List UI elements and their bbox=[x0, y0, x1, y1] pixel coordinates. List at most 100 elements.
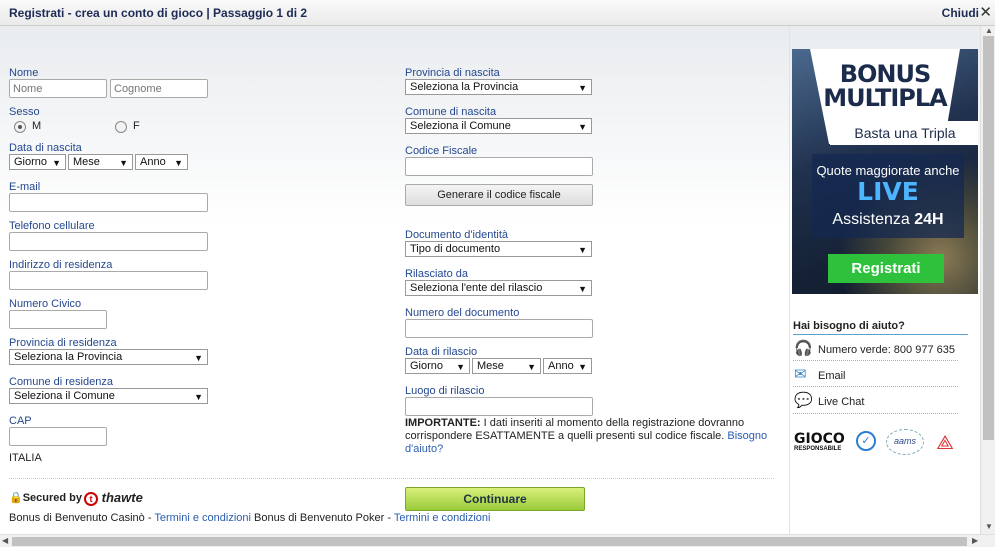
telefono-input[interactable] bbox=[9, 232, 208, 251]
continue-button[interactable]: Continuare bbox=[405, 487, 585, 511]
triangle-logo-icon: ⟁ bbox=[936, 432, 954, 454]
headset-icon: 🎧 bbox=[794, 340, 813, 357]
help-title: Hai bisogno di aiuto? bbox=[793, 320, 905, 332]
luogo-rilascio-input[interactable] bbox=[405, 397, 593, 416]
sesso-label: Sesso bbox=[9, 106, 40, 118]
numero-documento-label: Numero del documento bbox=[405, 307, 520, 319]
comune-nascita-select[interactable]: Seleziona il Comune ▼ bbox=[405, 118, 592, 134]
codice-fiscale-input[interactable] bbox=[405, 157, 593, 176]
promo-banner[interactable]: BONUS MULTIPLA Basta una Tripla Quote mag… bbox=[792, 49, 978, 294]
horizontal-scrollbar[interactable]: ◀ ▶ bbox=[0, 534, 995, 547]
scroll-left-icon[interactable]: ◀ bbox=[2, 536, 8, 545]
column-divider bbox=[789, 26, 790, 534]
banner-title: BONUS MULTIPLA bbox=[823, 60, 947, 112]
civico-label: Numero Civico bbox=[9, 298, 82, 310]
chevron-down-icon: ▼ bbox=[578, 122, 587, 132]
email-label: E-mail bbox=[9, 181, 41, 193]
poker-terms-link[interactable]: Termini e condizioni bbox=[394, 512, 491, 524]
civico-input[interactable] bbox=[9, 310, 107, 329]
scroll-thumb[interactable] bbox=[12, 537, 967, 546]
anno-rilascio-select[interactable]: Anno ▼ bbox=[543, 358, 592, 374]
comune-residenza-label: Comune di residenza bbox=[9, 376, 113, 388]
gioco-responsabile-logo: GIOCO RESPONSABILE ✓ bbox=[794, 431, 884, 455]
help-divider bbox=[793, 334, 968, 335]
cap-label: CAP bbox=[9, 415, 32, 427]
cap-input[interactable] bbox=[9, 427, 107, 446]
banner-live: LIVE bbox=[857, 177, 919, 206]
banner-assist: Assistenza 24H bbox=[832, 211, 944, 228]
comune-residenza-select[interactable]: Seleziona il Comune ▼ bbox=[9, 388, 208, 404]
comune-nascita-label: Comune di nascita bbox=[405, 106, 497, 118]
close-icon[interactable]: ✕ bbox=[979, 3, 992, 21]
scroll-right-icon[interactable]: ▶ bbox=[972, 536, 978, 545]
rilasciato-label: Rilasciato da bbox=[405, 268, 468, 280]
provincia-nascita-select[interactable]: Seleziona la Provincia ▼ bbox=[405, 79, 592, 95]
lock-icon: 🔒 bbox=[9, 492, 23, 504]
chevron-down-icon: ▼ bbox=[578, 362, 587, 372]
chevron-down-icon: ▼ bbox=[52, 158, 61, 168]
thawte-logo: t thawte bbox=[84, 490, 143, 506]
data-rilascio-label: Data di rilascio bbox=[405, 346, 478, 358]
chevron-down-icon: ▼ bbox=[578, 284, 587, 294]
sesso-f-label: F bbox=[133, 120, 140, 132]
secured-by-label: 🔒Secured by bbox=[9, 492, 83, 504]
casino-terms-link[interactable]: Termini e condizioni bbox=[154, 512, 251, 524]
chevron-down-icon: ▼ bbox=[119, 158, 128, 168]
giorno-nascita-select[interactable]: Giorno ▼ bbox=[9, 154, 66, 170]
giorno-rilascio-select[interactable]: Giorno ▼ bbox=[405, 358, 470, 374]
help-divider bbox=[793, 360, 958, 361]
dialog-title-bar: Registrati - crea un conto di gioco | Pa… bbox=[0, 0, 995, 26]
sesso-m-radio[interactable] bbox=[14, 121, 26, 133]
country-text: ITALIA bbox=[9, 452, 42, 464]
chevron-down-icon: ▼ bbox=[527, 362, 536, 372]
rilasciato-select[interactable]: Seleziona l'ente del rilascio ▼ bbox=[405, 280, 592, 296]
sesso-m-label: M bbox=[32, 120, 42, 132]
banner-quote: Quote maggiorate anche bbox=[816, 163, 960, 178]
help-divider bbox=[793, 413, 958, 414]
generate-cf-button[interactable]: Generare il codice fiscale bbox=[405, 184, 593, 206]
banner-register-button[interactable]: Registrati bbox=[828, 254, 944, 283]
mese-rilascio-select[interactable]: Mese ▼ bbox=[472, 358, 541, 374]
close-label[interactable]: Chiudi bbox=[942, 6, 979, 20]
provincia-residenza-select[interactable]: Seleziona la Provincia ▼ bbox=[9, 349, 208, 365]
mese-nascita-select[interactable]: Mese ▼ bbox=[68, 154, 133, 170]
chat-icon[interactable]: 💬 bbox=[794, 393, 814, 409]
dialog-title: Registrati - crea un conto di gioco | Pa… bbox=[9, 6, 308, 20]
check-badge-icon: ✓ bbox=[856, 431, 876, 451]
email-link[interactable]: Email bbox=[818, 370, 846, 382]
vertical-scrollbar[interactable]: ▲ ▼ bbox=[980, 26, 995, 534]
phone-text: Numero verde: 800 977 635 bbox=[818, 344, 955, 356]
email-icon[interactable]: ✉ bbox=[794, 367, 814, 383]
chevron-down-icon: ▼ bbox=[194, 392, 203, 402]
documento-label: Documento d'identità bbox=[405, 229, 508, 241]
aams-logo: aams bbox=[886, 429, 924, 455]
scroll-down-icon[interactable]: ▼ bbox=[985, 522, 993, 531]
live-chat-link[interactable]: Live Chat bbox=[818, 396, 864, 408]
cognome-input[interactable] bbox=[110, 79, 208, 98]
nome-label: Nome bbox=[9, 67, 39, 79]
scroll-up-icon[interactable]: ▲ bbox=[985, 26, 993, 35]
scroll-thumb[interactable] bbox=[983, 36, 994, 440]
sesso-f-radio[interactable] bbox=[115, 121, 127, 133]
indirizzo-label: Indirizzo di residenza bbox=[9, 259, 113, 271]
thawte-icon: t bbox=[84, 491, 98, 506]
codice-fiscale-label: Codice Fiscale bbox=[405, 145, 478, 157]
chevron-down-icon: ▼ bbox=[194, 353, 203, 363]
email-input[interactable] bbox=[9, 193, 208, 212]
documento-select[interactable]: Tipo di documento ▼ bbox=[405, 241, 592, 257]
chevron-down-icon: ▼ bbox=[456, 362, 465, 372]
provincia-residenza-label: Provincia di residenza bbox=[9, 337, 117, 349]
luogo-rilascio-label: Luogo di rilascio bbox=[405, 385, 485, 397]
bonus-terms: Bonus di Benvenuto Casinò - Termini e co… bbox=[9, 512, 491, 524]
divider bbox=[9, 478, 774, 479]
anno-nascita-select[interactable]: Anno ▼ bbox=[135, 154, 188, 170]
chevron-down-icon: ▼ bbox=[578, 83, 587, 93]
important-notice: IMPORTANTE: I dati inseriti al momento d… bbox=[405, 417, 768, 455]
indirizzo-input[interactable] bbox=[9, 271, 208, 290]
numero-documento-input[interactable] bbox=[405, 319, 593, 338]
telefono-label: Telefono cellulare bbox=[9, 220, 95, 232]
help-divider bbox=[793, 386, 958, 387]
provincia-nascita-label: Provincia di nascita bbox=[405, 67, 500, 79]
nome-input[interactable] bbox=[9, 79, 107, 98]
chevron-down-icon: ▼ bbox=[578, 245, 587, 255]
